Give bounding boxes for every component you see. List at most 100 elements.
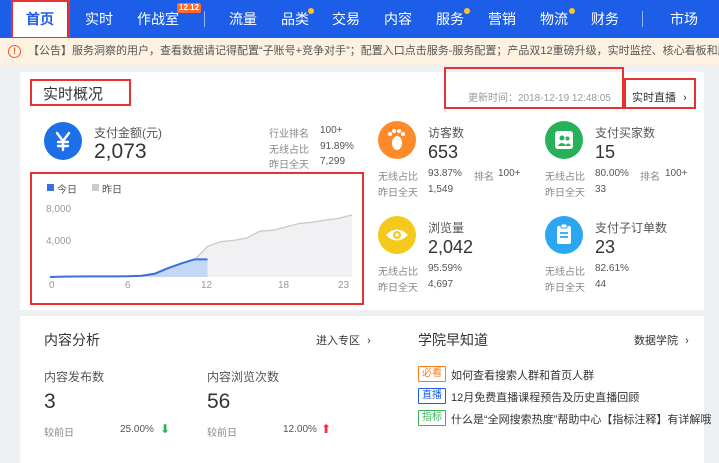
data-academy-link[interactable]: 数据学院 › <box>634 332 689 348</box>
nav-content[interactable]: 内容 <box>384 0 412 38</box>
visitors-label: 访客数 <box>428 126 465 140</box>
down-arrow-icon: ⬇ <box>160 422 171 436</box>
pageviews-label: 浏览量 <box>428 221 465 235</box>
new-dot <box>569 8 575 14</box>
x-tick-6: 6 <box>125 280 131 291</box>
x-tick-12: 12 <box>201 280 213 291</box>
rank-label: 排名 <box>474 172 494 183</box>
news-item[interactable]: 什么是“全网搜索热度”帮助中心【指标注释】有详解哦 <box>451 411 711 427</box>
new-dot <box>308 8 314 14</box>
x-tick-0: 0 <box>49 280 55 291</box>
data-academy-label: 数据学院 <box>634 335 678 347</box>
legend-today: 今日 <box>57 185 77 196</box>
pageviews-value: 2,042 <box>428 237 474 257</box>
nav-divider <box>642 11 643 27</box>
eye-icon <box>378 216 416 254</box>
notice-text: 【公告】服务洞察的用户，查看数据请记得配置“子账号+竞争对手”；配置入口点击服务… <box>28 45 719 57</box>
update-time: 更新时间：2018-12-19 12:48:05 <box>468 93 611 104</box>
tag-live: 直播 <box>418 388 446 404</box>
realtime-chart <box>49 214 353 278</box>
new-dot <box>464 8 470 14</box>
content-title: 内容分析 <box>44 332 100 348</box>
badge-1212: 12.12 <box>177 3 202 13</box>
footprint-icon <box>378 121 416 159</box>
wireless-value: 93.87% <box>428 168 462 179</box>
nav-finance[interactable]: 财务 <box>591 0 619 38</box>
buyers-value: 15 <box>595 142 616 162</box>
live-link-label: 实时直播 <box>632 92 676 104</box>
enter-zone-label: 进入专区 <box>316 335 360 347</box>
realtime-title: 实时概况 <box>43 86 104 103</box>
buyers-label: 支付买家数 <box>595 126 656 140</box>
nav-home[interactable]: 首页 <box>13 0 67 38</box>
yesterday-value: 44 <box>595 279 607 290</box>
news-item[interactable]: 如何查看搜索人群和首页人群 <box>451 367 594 383</box>
yesterday-value: 7,299 <box>320 156 346 167</box>
wireless-label: 无线占比 <box>269 145 309 156</box>
tag-metric: 指标 <box>418 410 446 426</box>
compare-label: 较前日 <box>44 428 74 439</box>
users-icon <box>545 121 583 159</box>
live-link[interactable]: 实时直播 › <box>632 89 687 105</box>
nav-category[interactable]: 品类 <box>281 0 309 38</box>
yesterday-value: 1,549 <box>428 184 454 195</box>
compare-value: 12.00% <box>283 424 317 435</box>
enter-zone-link[interactable]: 进入专区 › <box>316 332 371 348</box>
nav-war-room[interactable]: 作战室 <box>137 0 179 38</box>
wireless-value: 82.61% <box>595 263 629 274</box>
top-nav: 首页 实时 作战室 12.12 流量 品类 交易 内容 服务 营销 物流 财务 … <box>0 0 719 38</box>
legend-today-swatch <box>47 184 54 191</box>
suborders-label: 支付子订单数 <box>595 221 668 235</box>
yesterday-label: 昨日全天 <box>378 188 418 199</box>
nav-logistics[interactable]: 物流 <box>540 0 568 38</box>
wireless-label: 无线占比 <box>545 172 585 183</box>
rank-value: 100+ <box>498 168 521 179</box>
rank-label: 行业排名 <box>269 129 309 140</box>
nav-marketing[interactable]: 营销 <box>488 0 516 38</box>
nav-traffic[interactable]: 流量 <box>229 0 257 38</box>
wireless-value: 91.89% <box>320 141 354 152</box>
rank-value: 100+ <box>320 125 343 136</box>
legend-yesterday: 昨日 <box>102 185 122 196</box>
wireless-value: 95.59% <box>428 263 462 274</box>
yesterday-label: 昨日全天 <box>545 283 585 294</box>
views-label: 内容浏览次数 <box>207 370 280 384</box>
compare-value: 25.00% <box>120 424 154 435</box>
wireless-value: 80.00% <box>595 168 629 179</box>
nav-market[interactable]: 市场 <box>670 0 698 38</box>
wireless-label: 无线占比 <box>545 267 585 278</box>
nav-realtime[interactable]: 实时 <box>85 0 113 38</box>
wireless-label: 无线占比 <box>378 267 418 278</box>
wireless-label: 无线占比 <box>378 172 418 183</box>
yen-icon <box>44 122 82 160</box>
yesterday-value: 33 <box>595 184 607 195</box>
chevron-right-icon: › <box>683 92 687 104</box>
compare-label: 较前日 <box>207 428 237 439</box>
news-item[interactable]: 12月免费直播课程预告及历史直播回顾 <box>451 389 639 405</box>
chevron-right-icon: › <box>685 335 689 347</box>
payment-label: 支付金额(元) <box>94 126 162 140</box>
visitors-value: 653 <box>428 142 459 162</box>
up-arrow-icon: ⬆ <box>321 422 332 436</box>
publish-label: 内容发布数 <box>44 370 105 384</box>
nav-trade[interactable]: 交易 <box>332 0 360 38</box>
content-panel: 内容分析 进入专区 › 内容发布数 3 较前日 25.00% ⬇ 内容浏览次数 … <box>20 316 711 463</box>
rank-label: 排名 <box>640 172 660 183</box>
exclamation-icon: ! <box>8 45 21 58</box>
payment-value: 2,073 <box>94 140 147 163</box>
chevron-right-icon: › <box>367 335 371 347</box>
notice-bar[interactable]: ! 【公告】服务洞察的用户，查看数据请记得配置“子账号+竞争对手”；配置入口点击… <box>0 38 719 65</box>
yesterday-label: 昨日全天 <box>378 283 418 294</box>
x-tick-18: 18 <box>278 280 290 291</box>
suborders-value: 23 <box>595 237 616 257</box>
clipboard-icon <box>545 216 583 254</box>
publish-value: 3 <box>44 390 56 413</box>
views-value: 56 <box>207 390 231 413</box>
yesterday-label: 昨日全天 <box>545 188 585 199</box>
realtime-panel: 实时概况 更新时间：2018-12-19 12:48:05 实时直播 › 支付金… <box>20 72 704 310</box>
yesterday-value: 4,697 <box>428 279 454 290</box>
academy-title: 学院早知道 <box>418 332 488 348</box>
nav-service[interactable]: 服务 <box>436 0 464 38</box>
tag-must-see: 必看 <box>418 366 446 382</box>
x-tick-23: 23 <box>338 280 350 291</box>
